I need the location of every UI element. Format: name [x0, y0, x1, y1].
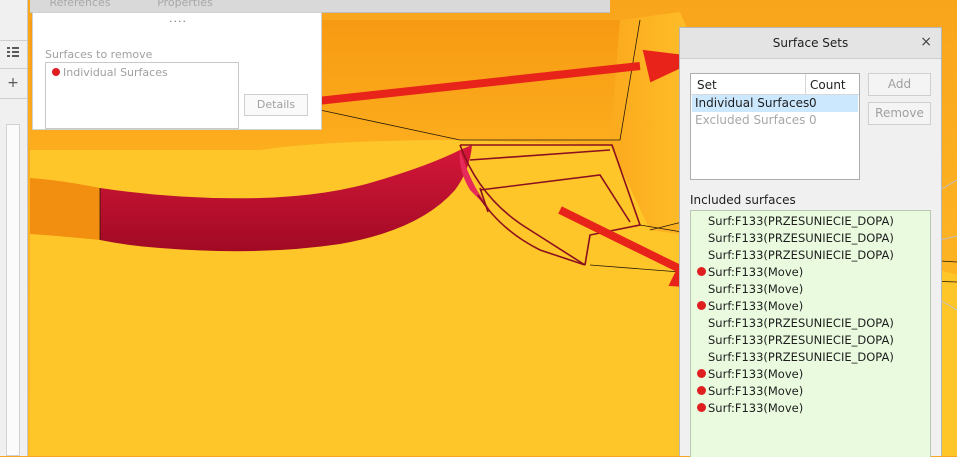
list-item-label: Surf:F133(Move)	[708, 282, 804, 296]
list-item[interactable]: Surf:F133(Move)	[697, 298, 803, 315]
panel-grip[interactable]: ....	[169, 12, 187, 25]
toolbar-divider	[0, 68, 27, 69]
list-item[interactable]: Individual Surfaces	[52, 66, 168, 79]
list-item-label: Surf:F133(PRZESUNIECIE_DOPA)	[708, 231, 894, 245]
toolbar-divider	[0, 40, 27, 41]
surface-sets-dialog: Surface Sets × Set Count Individual Surf…	[679, 27, 942, 457]
sets-table[interactable]: Set Count Individual Surfaces 0 Excluded…	[690, 73, 860, 180]
column-divider[interactable]	[805, 74, 806, 94]
details-button[interactable]: Details	[244, 94, 308, 116]
list-item[interactable]: Surf:F133(Move)	[697, 366, 803, 383]
marker-icon	[697, 267, 706, 276]
list-item[interactable]: Surf:F133(PRZESUNIECIE_DOPA)	[697, 213, 894, 230]
set-count: 0	[809, 96, 817, 110]
list-item-label: Surf:F133(PRZESUNIECIE_DOPA)	[708, 350, 894, 364]
surfaces-to-remove-list[interactable]: Individual Surfaces	[45, 62, 239, 129]
set-name: Excluded Surfaces	[695, 113, 806, 127]
marker-placeholder	[697, 284, 706, 293]
close-icon[interactable]: ×	[920, 34, 932, 50]
marker-placeholder	[697, 233, 706, 242]
marker-placeholder	[697, 352, 706, 361]
tree-scrollbar[interactable]	[6, 124, 20, 456]
sets-table-header: Set Count	[691, 74, 859, 95]
list-item-label: Surf:F133(Move)	[708, 401, 804, 415]
marker-placeholder	[697, 250, 706, 259]
table-row[interactable]: Excluded Surfaces 0	[692, 112, 858, 129]
list-item[interactable]: Surf:F133(PRZESUNIECIE_DOPA)	[697, 349, 894, 366]
list-item[interactable]: Surf:F133(Move)	[697, 400, 803, 417]
marker-placeholder	[697, 216, 706, 225]
list-item-label: Surf:F133(Move)	[708, 299, 804, 313]
tab-references[interactable]: References	[30, 0, 130, 10]
marker-icon	[697, 386, 706, 395]
marker-icon	[52, 68, 60, 76]
plus-icon[interactable]: +	[4, 74, 22, 92]
set-name: Individual Surfaces	[695, 96, 810, 110]
left-toolbar: +	[0, 0, 28, 456]
surfaces-to-remove-label: Surfaces to remove	[45, 48, 153, 61]
column-header-count[interactable]: Count	[810, 78, 846, 92]
marker-placeholder	[697, 335, 706, 344]
list-item-label: Surf:F133(Move)	[708, 265, 804, 279]
dialog-title: Surface Sets	[772, 36, 849, 50]
toolbar-divider	[0, 98, 27, 99]
list-item[interactable]: Surf:F133(Move)	[697, 383, 803, 400]
marker-icon	[697, 301, 706, 310]
remove-button[interactable]: Remove	[868, 102, 931, 125]
remove-surfaces-panel: .... Surfaces to remove Individual Surfa…	[32, 12, 322, 130]
tab-properties[interactable]: Properties	[140, 0, 230, 10]
list-item[interactable]: Surf:F133(PRZESUNIECIE_DOPA)	[697, 230, 894, 247]
list-item-label: Surf:F133(Move)	[708, 384, 804, 398]
list-item-label: Surf:F133(PRZESUNIECIE_DOPA)	[708, 333, 894, 347]
list-item[interactable]: Surf:F133(PRZESUNIECIE_DOPA)	[697, 332, 894, 349]
marker-icon	[697, 369, 706, 378]
model-ring-left	[30, 178, 100, 240]
list-item-label: Surf:F133(PRZESUNIECIE_DOPA)	[708, 316, 894, 330]
list-item[interactable]: Surf:F133(PRZESUNIECIE_DOPA)	[697, 315, 894, 332]
add-button[interactable]: Add	[868, 73, 931, 96]
list-item[interactable]: Surf:F133(Move)	[697, 264, 803, 281]
list-icon[interactable]	[4, 45, 22, 63]
included-surfaces-list[interactable]: Surf:F133(PRZESUNIECIE_DOPA) Surf:F133(PR…	[690, 210, 931, 457]
column-header-set[interactable]: Set	[697, 78, 717, 92]
marker-icon	[697, 403, 706, 412]
list-item[interactable]: Surf:F133(PRZESUNIECIE_DOPA)	[697, 247, 894, 264]
marker-placeholder	[697, 318, 706, 327]
dialog-title-bar[interactable]: Surface Sets ×	[680, 28, 941, 59]
list-item[interactable]: Surf:F133(Move)	[697, 281, 803, 298]
list-item-label: Surf:F133(Move)	[708, 367, 804, 381]
set-count: 0	[809, 113, 817, 127]
list-item-label: Surf:F133(PRZESUNIECIE_DOPA)	[708, 248, 894, 262]
list-item-label: Individual Surfaces	[63, 66, 168, 79]
table-row[interactable]: Individual Surfaces 0	[692, 95, 858, 112]
included-surfaces-label: Included surfaces	[690, 193, 796, 207]
list-item-label: Surf:F133(PRZESUNIECIE_DOPA)	[708, 214, 894, 228]
